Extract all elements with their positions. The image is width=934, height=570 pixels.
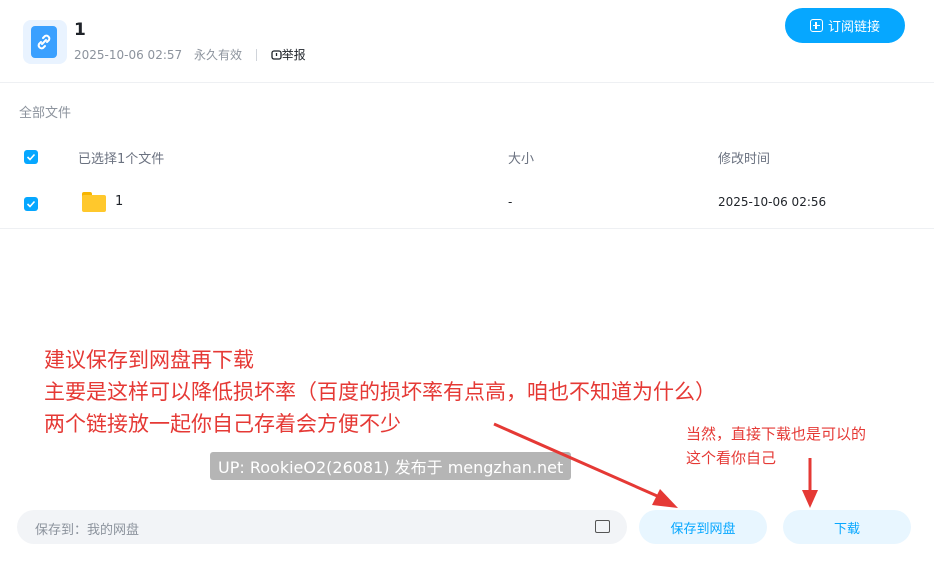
folder-picker-icon[interactable] [595,520,610,533]
arrow-to-save-head [652,489,678,508]
arrow-to-download-head [802,490,818,508]
save-location-label: 保存到：我的网盘 [35,523,140,538]
download-button[interactable]: 下载 [783,510,911,544]
save-to-drive-button[interactable]: 保存到网盘 [639,510,767,544]
arrow-to-save [493,422,665,501]
save-location-field[interactable]: 保存到：我的网盘 [17,510,627,544]
annotation-arrows [493,422,818,508]
